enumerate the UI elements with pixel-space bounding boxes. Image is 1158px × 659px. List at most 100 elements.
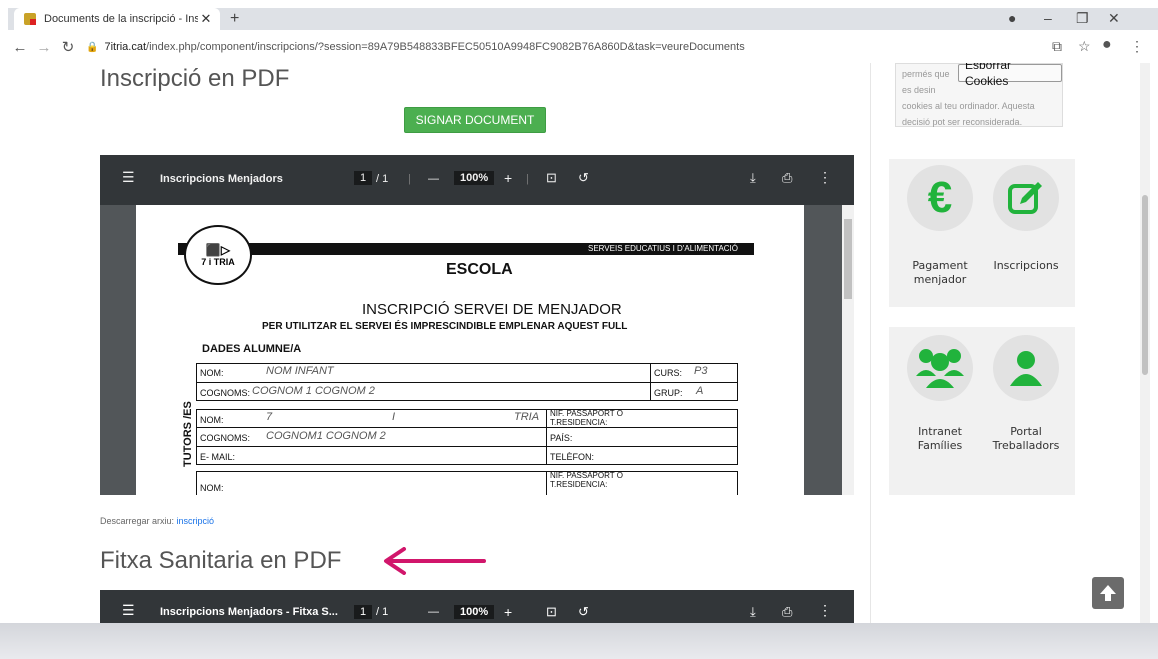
grup-label: GRUP: xyxy=(654,388,683,398)
link-pagament[interactable]: € xyxy=(907,165,973,231)
browser-tab[interactable]: Documents de la inscripció - Insc ✕ xyxy=(14,8,220,30)
tab-close-icon[interactable]: ✕ xyxy=(198,11,214,27)
bookmark-star-icon[interactable]: ☆ xyxy=(1078,38,1091,55)
curs-value: P3 xyxy=(694,365,708,377)
print-icon[interactable]: ⎙ xyxy=(782,604,792,620)
fit-page-icon[interactable]: ⊡ xyxy=(546,604,557,620)
sign-document-button[interactable]: SIGNAR DOCUMENT xyxy=(404,107,546,133)
section-title-fitxa: Fitxa Sanitaria en PDF xyxy=(100,547,342,574)
download-prefix: Descarregar arxiu: xyxy=(100,516,175,526)
divider: | xyxy=(408,173,411,185)
zoom-level[interactable]: 100% xyxy=(454,605,495,619)
tab-title: Documents de la inscripció - Insc xyxy=(44,13,198,25)
user-icon[interactable] xyxy=(993,335,1059,401)
maximize-icon[interactable]: ❐ xyxy=(1076,10,1089,27)
tutor-cognoms-label: COGNOMS: xyxy=(200,433,251,443)
pdf-scroll-thumb[interactable] xyxy=(844,219,852,299)
download-icon[interactable]: ⤓ xyxy=(750,170,756,186)
rotate-icon[interactable]: ↺ xyxy=(578,604,589,620)
scroll-to-top-button[interactable] xyxy=(1092,577,1124,609)
window-close-icon[interactable]: ✕ xyxy=(1108,10,1120,27)
divider xyxy=(546,409,547,465)
telefon-label: TELÈFON: xyxy=(550,452,595,462)
label-pagament[interactable]: Pagament menjador xyxy=(895,259,985,287)
tutor-nom-value-3: TRIA xyxy=(514,411,540,423)
reload-icon[interactable]: ↻ xyxy=(56,38,80,56)
menu-dots-icon[interactable]: ⋮ xyxy=(1130,38,1144,55)
tutor-nom-value-1: 7 xyxy=(266,411,273,423)
fit-page-icon[interactable]: ⊡ xyxy=(546,170,557,186)
group-icon[interactable] xyxy=(907,335,973,401)
page-scroll-thumb[interactable] xyxy=(1142,195,1148,375)
label-line: Famílies xyxy=(917,439,963,452)
more-options-icon[interactable]: ⋮ xyxy=(818,602,832,619)
pdf-viewer[interactable]: ☰ Inscripcions Menjadors 1 / 1 | — 100% … xyxy=(100,155,854,495)
hamburger-menu-icon[interactable]: ☰ xyxy=(122,169,135,186)
page-scrollbar[interactable] xyxy=(1140,63,1150,623)
pdf-page: SERVEIS EDUCATIUS I D'ALIMENTACIÓ ⬛▷ 7 i… xyxy=(136,205,804,495)
pdf-page-total: / 1 xyxy=(376,606,389,618)
pdf-viewer-2[interactable]: ☰ Inscripcions Menjadors - Fitxa S... 1 … xyxy=(100,590,854,623)
zoom-in-button[interactable]: + xyxy=(504,170,512,186)
label-line: Treballadors xyxy=(992,439,1060,452)
download-line: Descarregar arxiu: inscripció xyxy=(100,516,214,526)
pais-label: PAÍS: xyxy=(550,433,573,443)
lock-icon: 🔒 xyxy=(86,41,99,53)
divider xyxy=(196,427,738,428)
cookies-notice: permés que es desin cookies al teu ordin… xyxy=(895,63,1063,127)
cookies-text-3: cookies al teu ordinador. Aquesta xyxy=(902,101,1035,111)
url-path: /index.php/component/inscripcions/?sessi… xyxy=(146,41,745,53)
address-bar[interactable]: 🔒 7itria.cat /index.php/component/inscri… xyxy=(86,36,1078,58)
label-line: Inscripcions xyxy=(993,259,1059,272)
tab-strip: Documents de la inscripció - Insc ✕ + ● … xyxy=(8,8,1158,30)
favicon-icon xyxy=(24,13,36,25)
back-icon[interactable]: ← xyxy=(8,39,32,56)
label-portal[interactable]: Portal Treballadors xyxy=(981,425,1071,453)
new-tab-button[interactable]: + xyxy=(230,10,239,28)
curs-label: CURS: xyxy=(654,368,683,378)
header-band: SERVEIS EDUCATIUS I D'ALIMENTACIÓ xyxy=(178,243,754,255)
sidebar: permés que es desin cookies al teu ordin… xyxy=(870,63,1130,623)
minimize-icon[interactable]: – xyxy=(1044,10,1052,26)
download-link[interactable]: inscripció xyxy=(177,516,215,526)
translate-icon[interactable]: ⧉ xyxy=(1052,38,1062,55)
email-label: E- MAIL: xyxy=(200,452,236,462)
zoom-out-button[interactable]: — xyxy=(428,606,439,618)
tutor-nom-label: NOM: xyxy=(200,415,224,425)
hamburger-menu-icon[interactable]: ☰ xyxy=(122,602,135,619)
pdf-page-input[interactable]: 1 xyxy=(354,171,373,185)
zoom-out-button[interactable]: — xyxy=(428,173,439,185)
tutor-nom-value-2: I xyxy=(392,411,396,423)
page-content: Inscripció en PDF SIGNAR DOCUMENT ☰ Insc… xyxy=(8,63,1150,623)
url-host: 7itria.cat xyxy=(104,41,147,53)
nom-label: NOM: xyxy=(200,368,224,378)
zoom-level[interactable]: 100% xyxy=(454,171,495,185)
euro-icon[interactable]: € xyxy=(907,165,973,231)
grup-value: A xyxy=(696,385,704,397)
pdf-page-total: / 1 xyxy=(376,173,389,185)
screen-shadow xyxy=(0,623,1158,659)
cookies-text-4: decisió pot ser reconsiderada. xyxy=(902,117,1023,127)
label-inscripcions[interactable]: Inscripcions xyxy=(981,259,1071,273)
rotate-icon[interactable]: ↺ xyxy=(578,170,589,186)
pdf-doc-title: Inscripcions Menjadors xyxy=(160,173,283,185)
more-options-icon[interactable]: ⋮ xyxy=(818,169,832,186)
label-intranet[interactable]: Intranet Famílies xyxy=(895,425,985,453)
label-line: Pagament xyxy=(912,259,968,272)
delete-cookies-button[interactable]: Esborrar Cookies xyxy=(958,63,1062,88)
account-icon[interactable]: ● xyxy=(1102,36,1112,54)
nif2-label: NIF. PASSAPORT O T.RESIDENCIA: xyxy=(550,471,623,489)
nif-label: NIF. PASSAPORT O T.RESIDENCIA: xyxy=(550,409,623,427)
nom-value: NOM INFANT xyxy=(266,365,334,377)
download-icon[interactable]: ⤓ xyxy=(750,604,756,620)
profile-dot-icon[interactable]: ● xyxy=(1008,10,1016,26)
edit-icon[interactable] xyxy=(993,165,1059,231)
divider xyxy=(546,471,547,495)
school-title: ESCOLA xyxy=(446,261,513,278)
print-icon[interactable]: ⎙ xyxy=(782,170,792,186)
zoom-in-button[interactable]: + xyxy=(504,604,512,620)
pdf-page-input[interactable]: 1 xyxy=(354,605,373,619)
cognoms-label: COGNOMS: xyxy=(200,388,251,398)
forward-icon[interactable]: → xyxy=(32,39,56,56)
pdf-scrollbar[interactable] xyxy=(842,205,854,495)
